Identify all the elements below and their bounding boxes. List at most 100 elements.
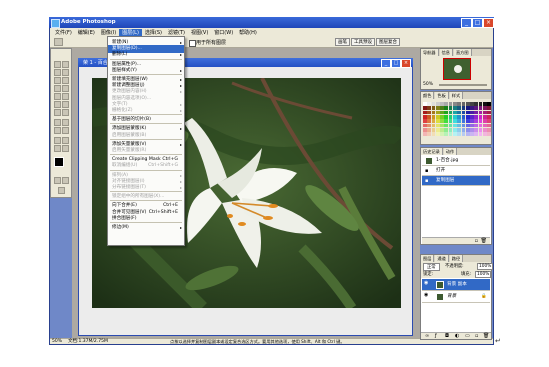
color-swatch[interactable]: [461, 132, 466, 136]
color-swatch[interactable]: [448, 114, 453, 119]
layer-adjustment-icon[interactable]: ◐: [455, 333, 459, 339]
menu-filter[interactable]: 滤镜(T): [165, 29, 188, 36]
doc-minimize-button[interactable]: _: [381, 59, 391, 68]
lasso-tool-icon[interactable]: [54, 69, 61, 76]
color-swatch[interactable]: [427, 114, 432, 119]
color-swatch[interactable]: [461, 102, 466, 106]
color-swatch[interactable]: [465, 110, 470, 115]
delete-layer-icon[interactable]: 🗑: [483, 333, 489, 339]
color-swatch[interactable]: [478, 127, 483, 132]
color-swatch[interactable]: [423, 119, 427, 124]
tab-paths[interactable]: 路径: [449, 255, 464, 262]
color-swatch[interactable]: [482, 110, 487, 115]
status-zoom[interactable]: 50%: [52, 339, 62, 345]
color-swatch[interactable]: [478, 123, 483, 128]
color-swatch[interactable]: [470, 110, 474, 115]
color-swatch[interactable]: [440, 123, 444, 128]
color-swatch[interactable]: [427, 132, 432, 136]
color-swatch[interactable]: [431, 119, 436, 124]
color-swatch[interactable]: [465, 123, 470, 128]
color-swatch[interactable]: [478, 110, 483, 115]
color-swatch[interactable]: [444, 119, 449, 124]
color-swatch[interactable]: [435, 106, 440, 111]
color-swatch[interactable]: [457, 127, 462, 132]
color-swatch[interactable]: [465, 114, 470, 119]
all-layers-checkbox[interactable]: [189, 40, 196, 47]
history-snapshot[interactable]: 1-百合.jpg: [422, 156, 490, 166]
color-swatch[interactable]: [431, 110, 436, 115]
healing-brush-tool-icon[interactable]: [54, 85, 61, 92]
color-swatch[interactable]: [423, 102, 427, 106]
color-swatch[interactable]: [440, 127, 444, 132]
layer-row-background[interactable]: ◉ 背景 🔒: [422, 291, 490, 303]
color-swatch[interactable]: [470, 106, 474, 111]
menu-select[interactable]: 选择(S): [142, 29, 165, 36]
layer-mask-icon[interactable]: ◘: [445, 333, 449, 339]
color-swatch[interactable]: [470, 123, 474, 128]
color-swatch[interactable]: [444, 114, 449, 119]
menu-help[interactable]: 帮助(H): [236, 29, 260, 36]
window-titlebar[interactable]: Adobe Photoshop _ □ ×: [49, 17, 494, 28]
magic-wand-tool-icon[interactable]: [62, 69, 69, 76]
clone-stamp-tool-icon[interactable]: [54, 93, 61, 100]
layer-style-icon[interactable]: ƒ: [435, 333, 437, 339]
color-swatch[interactable]: [448, 106, 453, 111]
color-swatch[interactable]: [461, 106, 466, 111]
color-swatch[interactable]: [435, 127, 440, 132]
color-swatch[interactable]: [423, 114, 427, 119]
color-swatch[interactable]: [470, 119, 474, 124]
color-swatch[interactable]: [435, 119, 440, 124]
color-swatch[interactable]: [478, 132, 483, 136]
color-swatch[interactable]: [487, 114, 491, 119]
color-swatch[interactable]: [482, 114, 487, 119]
crop-tool-icon[interactable]: [54, 77, 61, 84]
color-swatch[interactable]: [423, 106, 427, 111]
color-swatch[interactable]: [457, 119, 462, 124]
color-swatch[interactable]: [487, 119, 491, 124]
layer-row-background-copy[interactable]: ◉ 背景 副本: [422, 279, 490, 291]
history-new-snapshot-icon[interactable]: ▫: [475, 238, 478, 244]
color-swatch[interactable]: [444, 132, 449, 136]
color-swatch[interactable]: [448, 119, 453, 124]
color-swatch[interactable]: [427, 102, 432, 106]
opacity-input[interactable]: 100%: [477, 263, 494, 270]
color-swatch[interactable]: [423, 110, 427, 115]
color-swatch[interactable]: [427, 110, 432, 115]
color-swatch[interactable]: [478, 102, 483, 106]
menu-layer[interactable]: 图层(L): [119, 28, 142, 36]
eye-icon[interactable]: ◉: [424, 281, 429, 286]
color-swatch[interactable]: [444, 106, 449, 111]
doc-close-button[interactable]: ×: [401, 59, 411, 68]
color-swatch[interactable]: [478, 114, 483, 119]
color-swatch[interactable]: [457, 114, 462, 119]
layer-link-icon[interactable]: ∞: [425, 333, 429, 339]
color-swatch[interactable]: [435, 132, 440, 136]
swatch-grid[interactable]: [423, 102, 491, 136]
navigator-zoom-slider[interactable]: [439, 84, 487, 86]
color-swatch[interactable]: [440, 132, 444, 136]
color-swatch[interactable]: [435, 110, 440, 115]
slice-tool-icon[interactable]: [62, 77, 69, 84]
color-swatch[interactable]: [478, 119, 483, 124]
fill-input[interactable]: 100%: [475, 271, 492, 278]
color-swatch[interactable]: [461, 119, 466, 124]
move-tool-preset-icon[interactable]: [54, 38, 63, 46]
history-brush-tool-icon[interactable]: [62, 93, 69, 100]
menu-view[interactable]: 视图(V): [188, 29, 211, 36]
color-swatch[interactable]: [465, 106, 470, 111]
color-swatch[interactable]: [487, 106, 491, 111]
color-swatch[interactable]: [487, 127, 491, 132]
color-swatch[interactable]: [482, 123, 487, 128]
navigator-zoom[interactable]: 50%: [423, 82, 433, 87]
color-swatch[interactable]: [461, 114, 466, 119]
color-swatch[interactable]: [465, 132, 470, 136]
maximize-button[interactable]: □: [472, 18, 483, 28]
move-tool-icon[interactable]: [62, 61, 69, 68]
hand-tool-icon[interactable]: [54, 145, 61, 152]
color-swatch[interactable]: [452, 132, 457, 136]
color-swatch[interactable]: [470, 132, 474, 136]
color-swatch[interactable]: [457, 102, 462, 106]
color-swatch[interactable]: [482, 102, 487, 106]
color-swatch[interactable]: [431, 102, 436, 106]
color-swatch[interactable]: [427, 119, 432, 124]
